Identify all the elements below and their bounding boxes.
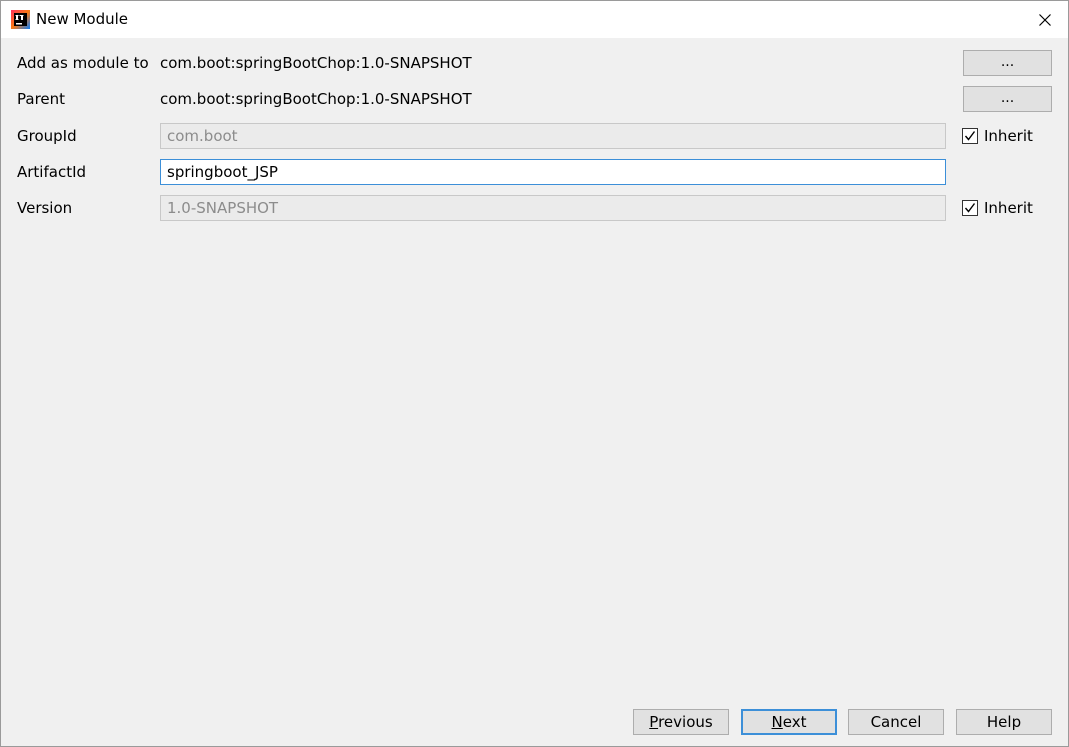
version-label: Version xyxy=(17,199,73,217)
version-inherit-label[interactable]: Inherit xyxy=(984,199,1033,217)
version-field[interactable]: 1.0-SNAPSHOT xyxy=(160,195,946,221)
close-icon xyxy=(1039,13,1051,26)
next-mnemonic: N xyxy=(771,713,783,731)
intellij-app-icon xyxy=(11,10,30,29)
group-id-label: GroupId xyxy=(17,127,77,145)
previous-button[interactable]: Previous xyxy=(633,709,729,735)
parent-value: com.boot:springBootChop:1.0-SNAPSHOT xyxy=(160,90,472,108)
window-title: New Module xyxy=(36,10,129,28)
checkmark-icon xyxy=(964,131,976,141)
new-module-dialog: New Module Add as module to com.boot:spr… xyxy=(0,0,1069,747)
artifact-id-field[interactable]: springboot_JSP xyxy=(160,159,946,185)
add-as-module-to-label: Add as module to xyxy=(17,54,149,72)
previous-mnemonic: P xyxy=(649,713,659,731)
checkmark-icon xyxy=(964,203,976,213)
next-label: ext xyxy=(782,713,807,731)
artifact-id-label: ArtifactId xyxy=(17,163,87,181)
group-id-inherit-label[interactable]: Inherit xyxy=(984,127,1033,145)
group-id-inherit-checkbox[interactable] xyxy=(962,128,978,144)
next-button[interactable]: Next xyxy=(741,709,837,735)
help-button[interactable]: Help xyxy=(956,709,1052,735)
previous-label: revious xyxy=(658,713,713,731)
add-as-module-to-value: com.boot:springBootChop:1.0-SNAPSHOT xyxy=(160,54,472,72)
add-as-module-browse-button[interactable]: ... xyxy=(963,50,1052,76)
parent-browse-button[interactable]: ... xyxy=(963,86,1052,112)
title-bar: New Module xyxy=(1,1,1068,38)
cancel-button[interactable]: Cancel xyxy=(848,709,944,735)
version-inherit-checkbox[interactable] xyxy=(962,200,978,216)
group-id-field[interactable]: com.boot xyxy=(160,123,946,149)
parent-label: Parent xyxy=(17,90,66,108)
close-button[interactable] xyxy=(1022,1,1068,38)
